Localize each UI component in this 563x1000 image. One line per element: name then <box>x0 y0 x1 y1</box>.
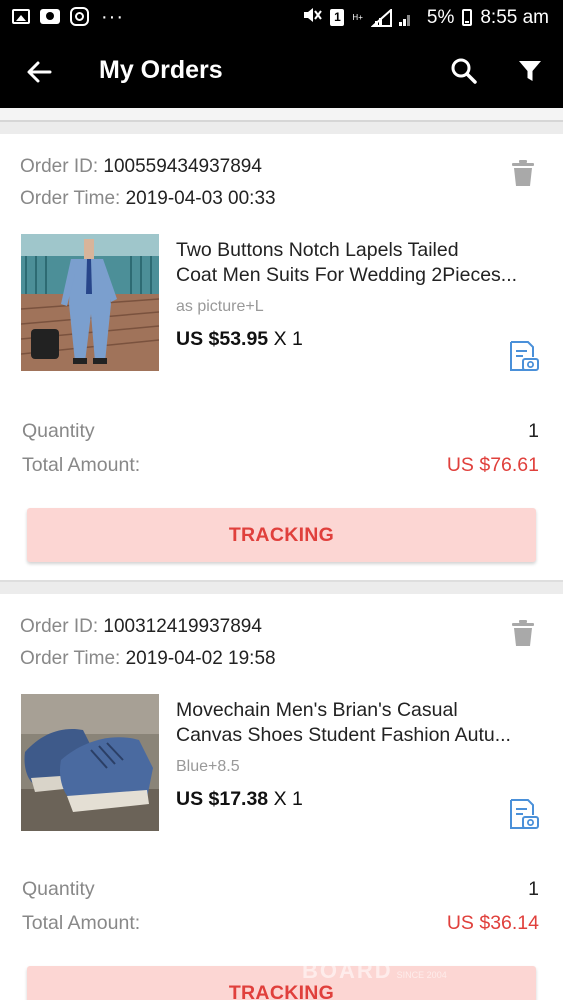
system-icons: 1 H+ 5% 8:55 am <box>302 6 549 29</box>
filter-icon[interactable] <box>516 56 544 86</box>
notification-icons: ··· <box>12 5 124 28</box>
product-variant: Blue+8.5 <box>176 758 240 775</box>
order-time-line: Order Time: 2019-04-03 00:33 <box>20 188 276 210</box>
product-title-line2: Coat Men Suits For Wedding 2Pieces... <box>176 264 518 286</box>
instagram-notification-icon <box>70 7 89 26</box>
product-title-line2: Canvas Shoes Student Fashion Autu... <box>176 724 511 746</box>
list-top-shade <box>0 108 563 122</box>
watermark: BOARD SINCE 2004 <box>302 958 447 984</box>
order-id-value: 100559434937894 <box>103 156 262 177</box>
total-amount-value: US $36.14 <box>446 912 539 934</box>
order-time-line: Order Time: 2019-04-02 19:58 <box>20 648 276 670</box>
page-title: My Orders <box>99 56 223 84</box>
total-amount-value: US $76.61 <box>446 454 539 476</box>
quantity-value: 1 <box>528 420 539 442</box>
product-title[interactable]: Movechain Men's Brian's Casual Canvas Sh… <box>176 698 540 748</box>
app-bar: My Orders <box>0 36 563 108</box>
order-id-value: 100312419937894 <box>103 616 262 637</box>
sim-icon: 1 <box>330 9 345 26</box>
tracking-button[interactable]: TRACKING <box>27 966 536 1000</box>
total-amount-label: Total Amount: <box>22 454 141 476</box>
card-divider <box>0 580 563 594</box>
quantity-value: 1 <box>528 878 539 900</box>
product-qty: X 1 <box>268 328 303 350</box>
order-id-line: Order ID: 100559434937894 <box>20 156 262 178</box>
review-photo-icon[interactable] <box>508 340 540 372</box>
order-card[interactable]: Order ID: 100559434937894 Order Time: 20… <box>0 134 563 580</box>
product-price: US $53.95 <box>176 328 269 350</box>
watermark-text: BOARD <box>302 958 393 983</box>
order-id-label: Order ID: <box>20 616 104 637</box>
order-id-label: Order ID: <box>20 156 104 177</box>
order-card[interactable]: Order ID: 100312419937894 Order Time: 20… <box>0 594 563 1000</box>
order-time-value: 2019-04-03 00:33 <box>125 188 276 209</box>
status-bar: ··· 1 H+ 5% 8:55 am <box>0 0 563 36</box>
search-icon[interactable] <box>449 56 479 86</box>
product-qty: X 1 <box>268 788 303 810</box>
product-title[interactable]: Two Buttons Notch Lapels Tailed Coat Men… <box>176 238 540 288</box>
order-id-line: Order ID: 100312419937894 <box>20 616 262 638</box>
order-time-value: 2019-04-02 19:58 <box>125 648 276 669</box>
product-thumbnail-suit[interactable] <box>21 234 159 371</box>
total-amount-label: Total Amount: <box>22 912 141 934</box>
product-price: US $17.38 <box>176 788 269 810</box>
gallery-notification-icon <box>12 9 30 24</box>
quantity-label: Quantity <box>22 878 95 900</box>
watermark-subtext: SINCE 2004 <box>396 970 447 980</box>
battery-icon <box>462 9 473 26</box>
battery-percent: 5% <box>426 6 455 28</box>
mute-icon <box>302 6 323 29</box>
more-notifications-icon: ··· <box>101 5 124 28</box>
tracking-button[interactable]: TRACKING <box>27 508 536 562</box>
clock: 8:55 am <box>480 6 549 28</box>
network-type-label: H+ <box>352 12 363 22</box>
signal-icon <box>370 7 392 27</box>
quantity-label: Quantity <box>22 420 95 442</box>
back-arrow-icon[interactable] <box>24 56 56 88</box>
product-title-line1: Two Buttons Notch Lapels Tailed <box>176 239 459 261</box>
product-variant: as picture+L <box>176 298 264 315</box>
product-thumbnail-shoes[interactable] <box>21 694 159 831</box>
review-photo-icon[interactable] <box>508 798 540 830</box>
delete-order-icon[interactable] <box>511 160 535 186</box>
order-time-label: Order Time: <box>20 188 126 209</box>
product-title-line1: Movechain Men's Brian's Casual <box>176 699 458 721</box>
delete-order-icon[interactable] <box>511 620 535 646</box>
order-time-label: Order Time: <box>20 648 126 669</box>
camera-notification-icon <box>40 9 60 24</box>
product-price-line: US $17.38 X 1 <box>176 788 303 811</box>
signal-icon-2 <box>398 9 419 27</box>
product-price-line: US $53.95 X 1 <box>176 328 303 351</box>
